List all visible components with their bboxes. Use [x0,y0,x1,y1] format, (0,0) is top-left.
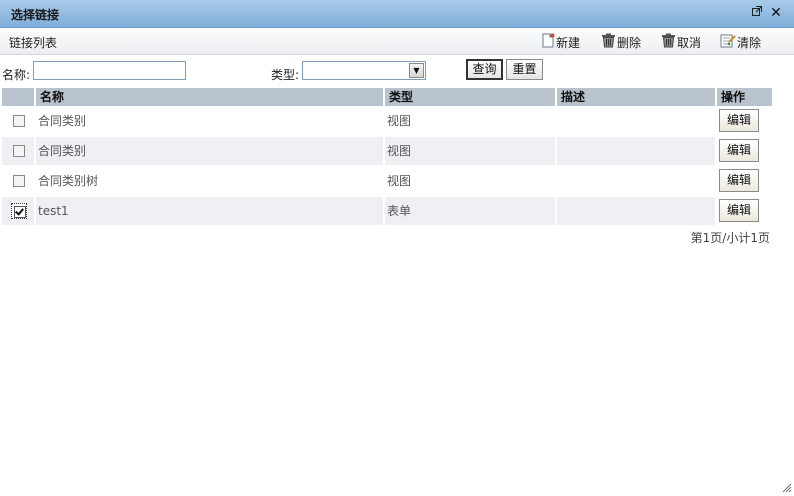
row-type: 视图 [385,137,555,165]
window-title: 选择链接 [11,8,60,22]
name-label: 名称: [2,68,31,82]
cancel-label: 取消 [677,35,702,50]
query-button[interactable]: 查询 [466,59,503,80]
clear-button[interactable]: 清除 [720,33,761,51]
edit-button[interactable]: 编辑 [719,139,759,162]
table-row: 合同类别树 视图 编辑 [0,167,772,197]
toolbar-title: 链接列表 [9,36,58,50]
toolbar: 链接列表 新建 删除 取消 清除 [0,29,794,55]
row-type: 视图 [385,167,555,195]
trash-icon [661,33,677,51]
row-checkbox[interactable] [13,175,25,187]
type-select[interactable]: ▼ [302,61,426,80]
table-row: 合同类别 视图 编辑 [0,137,772,167]
delete-label: 删除 [617,35,642,50]
edit-button[interactable]: 编辑 [719,199,759,222]
table-row: test1 表单 编辑 [0,197,772,227]
delete-button[interactable]: 删除 [601,33,641,51]
row-checkbox[interactable] [13,145,25,157]
restore-window-icon[interactable] [750,6,764,20]
row-description [557,197,715,225]
header-action: 操作 [717,88,772,106]
row-name: test1 [36,197,383,225]
resize-grip-icon[interactable] [780,481,792,493]
reset-button[interactable]: 重置 [506,59,543,80]
new-button[interactable]: 新建 [542,33,580,51]
window-titlebar: 选择链接 ✕ [0,0,794,28]
row-description [557,137,715,165]
row-type: 表单 [385,197,555,225]
header-type[interactable]: 类型 [385,88,555,106]
row-checkbox-cell [2,137,34,165]
row-description [557,107,715,135]
cancel-button[interactable]: 取消 [661,33,701,51]
row-name: 合同类别树 [36,167,383,195]
clear-document-icon [720,33,737,51]
new-label: 新建 [556,35,581,50]
header-description[interactable]: 描述 [557,88,715,106]
row-name: 合同类别 [36,107,383,135]
pager-status: 第1页/小计1页 [690,231,770,245]
new-document-icon [542,33,556,51]
edit-button[interactable]: 编辑 [719,169,759,192]
trash-icon [601,33,617,51]
close-icon[interactable]: ✕ [768,4,784,22]
row-checkbox-cell [2,167,34,195]
row-checkbox-cell [2,107,34,135]
row-checkbox-checked[interactable] [11,203,27,219]
table-row: 合同类别 视图 编辑 [0,107,772,137]
row-name: 合同类别 [36,137,383,165]
name-input[interactable] [33,61,186,80]
clear-label: 清除 [737,35,762,50]
dropdown-arrow-icon[interactable]: ▼ [409,63,424,78]
row-checkbox[interactable] [13,115,25,127]
edit-button[interactable]: 编辑 [719,109,759,132]
type-label: 类型: [271,68,300,82]
row-type: 视图 [385,107,555,135]
row-checkbox-cell [2,197,34,225]
header-name[interactable]: 名称 [36,88,383,106]
header-checkbox-column [2,88,34,106]
row-description [557,167,715,195]
